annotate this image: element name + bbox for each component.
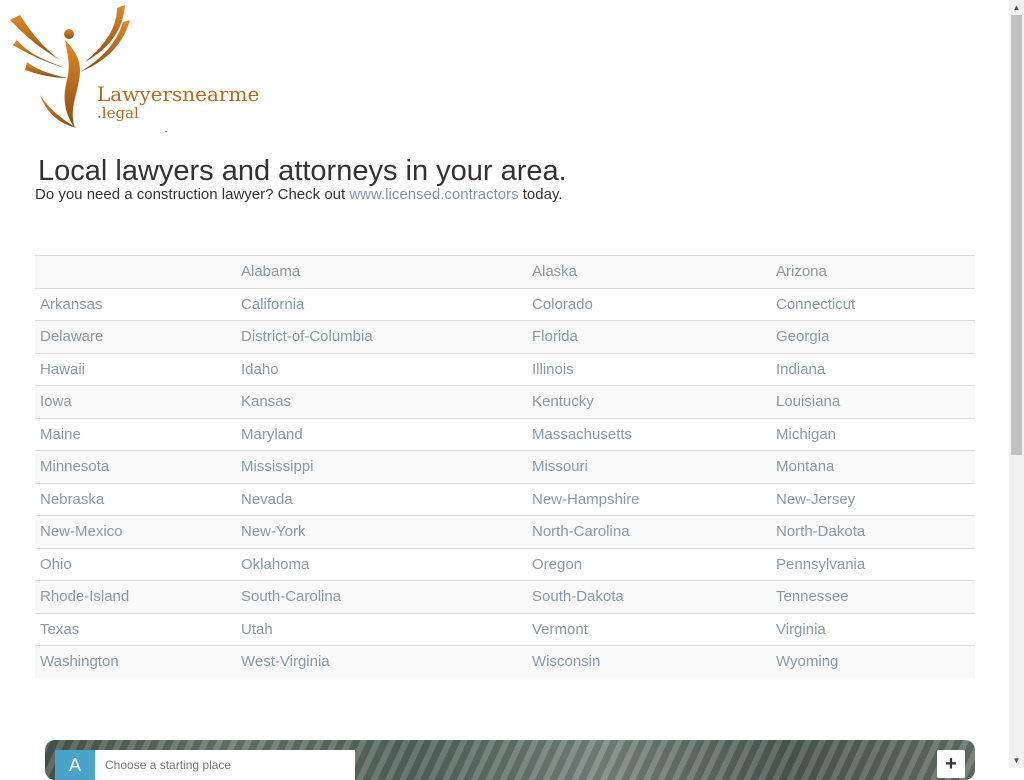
state-link[interactable]: Colorado [527,287,771,321]
state-link[interactable]: Delaware [35,320,236,353]
state-link[interactable]: Wisconsin [527,645,771,678]
state-link[interactable]: Oregon [527,547,771,581]
state-link[interactable]: Missouri [527,450,771,483]
state-link[interactable]: Iowa [35,385,236,418]
state-link[interactable]: Louisiana [771,385,975,418]
page-title: Local lawyers and attorneys in your area… [38,155,567,187]
state-link[interactable]: Kansas [236,385,527,418]
state-link[interactable]: Hawaii [35,352,236,386]
state-link[interactable]: Pennsylvania [771,547,975,581]
state-link[interactable]: New-York [236,515,527,548]
states-table: Alabama Alaska Arizona Arkansas California Co… [35,255,975,678]
table-row: Minnesota Mississippi Missouri Montana [35,450,975,483]
table-row: Delaware District-of-Columbia Florida Georg… [35,320,975,353]
scrollbar-thumb[interactable] [1011,15,1022,455]
table-row: Iowa Kansas Kentucky Louisiana [35,385,975,418]
vertical-scrollbar[interactable]: ▲ ▼ [1009,0,1024,768]
state-link[interactable]: Maryland [236,417,527,451]
marker-a-badge: A [55,750,95,780]
state-link[interactable]: New-Mexico [35,515,236,548]
intro-before: Do you need a construction lawyer? Check… [35,186,350,203]
state-link[interactable]: Ohio [35,547,236,581]
state-link[interactable]: Maine [35,417,236,451]
table-row: Ohio Oklahoma Oregon Pennsylvania [35,547,975,581]
state-link[interactable]: Arizona [771,255,975,288]
intro-after: today. [518,186,563,203]
state-link[interactable]: Massachusetts [527,417,771,451]
logo-line1: Lawyersnearme [97,82,260,106]
table-row: Texas Utah Vermont Virginia [35,612,975,646]
state-link[interactable]: Virginia [771,612,975,646]
state-link[interactable]: Arkansas [35,287,236,321]
states-table-body: Alabama Alaska Arizona Arkansas California Co… [35,255,975,678]
state-link[interactable]: Wyoming [771,645,975,678]
state-link[interactable]: District-of-Columbia [236,320,527,353]
logo-dot: • [165,130,168,136]
state-link[interactable]: Connecticut [771,287,975,321]
table-row: Alabama Alaska Arizona [35,255,975,288]
state-link[interactable]: Vermont [527,612,771,646]
state-link[interactable]: Nevada [236,482,527,516]
state-link[interactable]: New-Jersey [771,482,975,516]
state-link[interactable]: West-Virginia [236,645,527,678]
state-link[interactable]: Alaska [527,255,771,288]
table-row: Hawaii Idaho Illinois Indiana [35,352,975,386]
arrow-up-icon[interactable]: ▲ [1009,0,1024,15]
table-row: Maine Maryland Massachusetts Michigan [35,417,975,451]
state-link[interactable]: Florida [527,320,771,353]
table-row: Rhode-Island South-Carolina South-Dakota Te… [35,580,975,613]
state-link[interactable]: California [236,287,527,321]
logo-text: Lawyersnearme .legal [97,83,259,121]
state-link[interactable]: Texas [35,612,236,646]
state-link[interactable]: Rhode-Island [35,580,236,613]
state-link[interactable]: Mississippi [236,450,527,483]
state-link[interactable]: North-Carolina [527,515,771,548]
state-link[interactable]: Tennessee [771,580,975,613]
state-link[interactable]: Montana [771,450,975,483]
table-row: Nebraska Nevada New-Hampshire New-Jersey [35,482,975,516]
state-link[interactable]: Indiana [771,352,975,386]
site-logo[interactable]: Lawyersnearme .legal [5,0,259,135]
state-link[interactable]: Kentucky [527,385,771,418]
state-link[interactable]: Georgia [771,320,975,353]
state-link[interactable]: South-Carolina [236,580,527,613]
state-link[interactable]: Michigan [771,417,975,451]
state-link[interactable]: Idaho [236,352,527,386]
licensed-contractors-link[interactable]: www.licensed.contractors [349,186,518,203]
arrow-down-icon[interactable]: ▼ [1009,753,1024,768]
state-link[interactable]: Washington [35,645,236,678]
state-link[interactable]: Alabama [236,255,527,288]
state-link[interactable]: Minnesota [35,450,236,483]
map-panel[interactable]: A + [45,740,975,780]
table-row: Arkansas California Colorado Connecticut [35,287,975,321]
state-link[interactable]: North-Dakota [771,515,975,548]
state-link[interactable]: South-Dakota [527,580,771,613]
state-link[interactable]: New-Hampshire [527,482,771,516]
logo-line2: .legal [97,104,139,122]
intro-text: Do you need a construction lawyer? Check… [35,186,563,204]
state-link[interactable]: Utah [236,612,527,646]
state-link[interactable]: Nebraska [35,482,236,516]
table-row: Washington West-Virginia Wisconsin Wyoming [35,645,975,678]
state-link[interactable]: Oklahoma [236,547,527,581]
zoom-in-button[interactable]: + [937,750,965,778]
empty-cell [35,255,236,288]
table-row: New-Mexico New-York North-Carolina North-Da… [35,515,975,548]
starting-place-input[interactable] [95,750,355,780]
state-link[interactable]: Illinois [527,352,771,386]
